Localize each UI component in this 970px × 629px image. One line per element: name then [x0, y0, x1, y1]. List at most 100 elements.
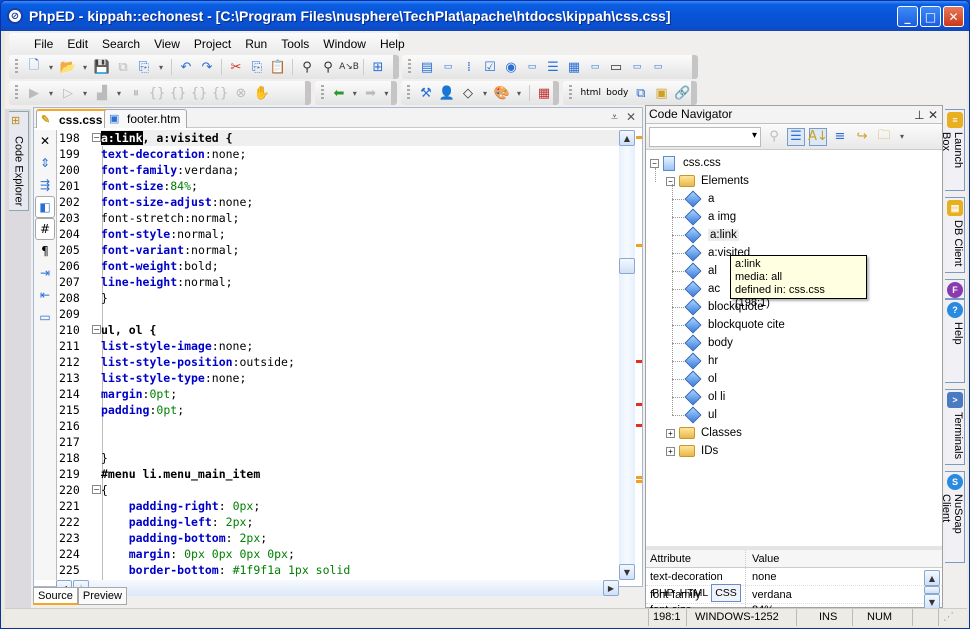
hidden-icon[interactable]: ▭ — [523, 58, 541, 76]
code-line[interactable]: font-family:verdana; — [101, 162, 621, 178]
tab-html[interactable]: HTML — [677, 585, 712, 601]
dock-tab-nusoap-client[interactable]: S NuSoap Client — [940, 471, 965, 563]
replace-icon[interactable]: A↘B — [339, 58, 359, 76]
tree-item[interactable]: ul — [684, 406, 717, 424]
goto-icon[interactable]: ↪ — [853, 128, 871, 146]
hash-icon[interactable]: # — [35, 218, 55, 240]
button-icon[interactable]: ▭ — [607, 58, 625, 76]
code-line[interactable] — [101, 434, 621, 450]
color-grid-icon[interactable]: ▦ — [535, 84, 553, 102]
menu-project[interactable]: Project — [187, 37, 238, 51]
horizontal-scrollbar[interactable]: ◀ ⦙ ▶ — [56, 580, 619, 596]
code-line[interactable] — [101, 306, 621, 322]
close-tab-icon[interactable]: ✕ — [626, 110, 636, 125]
code-line[interactable]: line-height:normal; — [101, 274, 621, 290]
save-icon[interactable]: 💾 — [93, 58, 111, 76]
align-icon[interactable]: ≡ — [831, 128, 849, 146]
minimize-button[interactable]: _ — [897, 6, 918, 27]
close-button[interactable]: ✕ — [943, 6, 964, 27]
new-file-icon[interactable]: 🗋 — [25, 58, 43, 76]
textarea-icon[interactable]: ☰ — [544, 58, 562, 76]
tree-item[interactable]: body — [684, 334, 733, 352]
pause-icon[interactable]: ⏸ — [127, 84, 145, 102]
textfield-icon[interactable]: ▭ — [439, 58, 457, 76]
code-line[interactable]: } — [101, 450, 621, 466]
step-out-icon[interactable]: {} — [190, 84, 208, 102]
code-line[interactable]: font-stretch:normal; — [101, 210, 621, 226]
dropdown-icon[interactable]: ▾ — [480, 84, 490, 102]
tab-footer-htm[interactable]: ▣ footer.htm — [104, 109, 188, 128]
dropdown-icon[interactable]: ▾ — [897, 128, 907, 146]
tab-preview[interactable]: Preview — [77, 587, 127, 605]
user-icon[interactable]: 👤 — [438, 84, 456, 102]
menu-run[interactable]: Run — [238, 37, 274, 51]
status-encoding[interactable]: WINDOWS-1252 — [687, 609, 797, 626]
dock-tab-db-client[interactable]: ▤ DB Client — [945, 197, 965, 273]
resize-grip-icon[interactable]: ⋰ — [939, 609, 958, 626]
body-tag-button[interactable]: body — [605, 84, 629, 102]
code-line[interactable]: a:link, a:visited { — [101, 130, 621, 146]
paint-bucket-icon[interactable]: ◇ — [459, 84, 477, 102]
tree-item[interactable]: a — [684, 190, 714, 208]
dropdown-icon[interactable]: ▾ — [382, 84, 391, 102]
menu-tools[interactable]: Tools — [274, 37, 316, 51]
monitor-icon[interactable]: ▭ — [34, 306, 56, 328]
folder-icon[interactable]: 🗀 — [875, 128, 893, 146]
tree-item[interactable]: ac — [684, 280, 720, 298]
toolbar-grip[interactable] — [15, 59, 18, 75]
tree-folder-ids[interactable]: + IDs — [666, 442, 718, 460]
dropdown-icon[interactable]: ▾ — [80, 84, 90, 102]
sort-icon[interactable]: A↓ — [808, 127, 828, 146]
code-line[interactable]: padding-right: 0px; — [101, 498, 621, 514]
code-line[interactable]: list-style-image:none; — [101, 338, 621, 354]
status-insert-mode[interactable]: INS — [797, 609, 853, 626]
toolbar-grip[interactable] — [569, 85, 572, 101]
menu-window[interactable]: Window — [316, 37, 373, 51]
tree-root[interactable]: − css.css — [650, 154, 721, 172]
dropdown-icon[interactable]: ▾ — [156, 58, 166, 76]
code-line[interactable]: font-variant:normal; — [101, 242, 621, 258]
code-area[interactable]: a:link, a:visited {text-decoration:none;… — [101, 130, 621, 580]
navigator-filter-combo[interactable] — [649, 126, 761, 147]
indent-icon[interactable]: ⇥ — [34, 262, 56, 284]
undo-icon[interactable]: ↶ — [177, 58, 195, 76]
collapse-icon[interactable]: − — [666, 176, 675, 186]
tree-folder-elements[interactable]: − Elements — [666, 172, 749, 190]
scroll-marker[interactable] — [636, 402, 642, 406]
code-explorer-tab[interactable]: ⊞ Code Explorer — [9, 111, 29, 211]
tab-css-css[interactable]: ✎ css.css — [36, 109, 110, 128]
code-line[interactable]: } — [101, 290, 621, 306]
code-line[interactable]: padding:0pt; — [101, 402, 621, 418]
submit-icon[interactable]: ▭ — [628, 58, 646, 76]
scroll-marker[interactable] — [636, 424, 642, 428]
close-icon[interactable]: ✕ — [34, 130, 56, 152]
link-icon[interactable]: 🔗 — [673, 84, 691, 102]
pin-icon[interactable]: ⊥ ✕ — [914, 107, 938, 124]
expand-icon[interactable]: + — [666, 446, 675, 456]
fold-toggle-icon[interactable]: − — [92, 485, 101, 494]
scroll-up-button[interactable]: ▲ — [619, 130, 635, 146]
split-icon[interactable]: ⇕ — [34, 152, 56, 174]
cut-icon[interactable]: ✂ — [227, 58, 245, 76]
menu-edit[interactable]: Edit — [60, 37, 95, 51]
tree-item[interactable]: al — [684, 262, 717, 280]
code-line[interactable]: font-weight:bold; — [101, 258, 621, 274]
run-icon[interactable]: ▶ — [25, 84, 43, 102]
code-line[interactable]: padding-bottom: 2px; — [101, 530, 621, 546]
dropdown-icon[interactable]: ▾ — [114, 84, 124, 102]
toolbar-grip[interactable] — [15, 85, 18, 101]
outdent-icon[interactable]: ⇤ — [34, 284, 56, 306]
tree-folder-classes[interactable]: + Classes — [666, 424, 742, 442]
dock-tab-f[interactable]: F — [945, 279, 965, 299]
title-bar[interactable]: ⊘ PhpED - kippah::echonest - [C:\Program… — [1, 1, 969, 31]
column-attribute[interactable]: Attribute — [646, 550, 746, 567]
radio-icon[interactable]: ◉ — [502, 58, 520, 76]
insert-code-icon[interactable]: ⊞ — [369, 58, 387, 76]
maximize-button[interactable]: □ — [920, 6, 941, 27]
vertical-scrollbar[interactable]: ▲ ▼ — [619, 130, 635, 580]
tree-item[interactable]: ol — [684, 370, 717, 388]
step-icon[interactable]: ▟ — [93, 84, 111, 102]
deploy-icon[interactable]: ⎘ — [135, 58, 153, 76]
collapse-icon[interactable]: ⇶ — [34, 174, 56, 196]
code-line[interactable]: padding-left: 2px; — [101, 514, 621, 530]
